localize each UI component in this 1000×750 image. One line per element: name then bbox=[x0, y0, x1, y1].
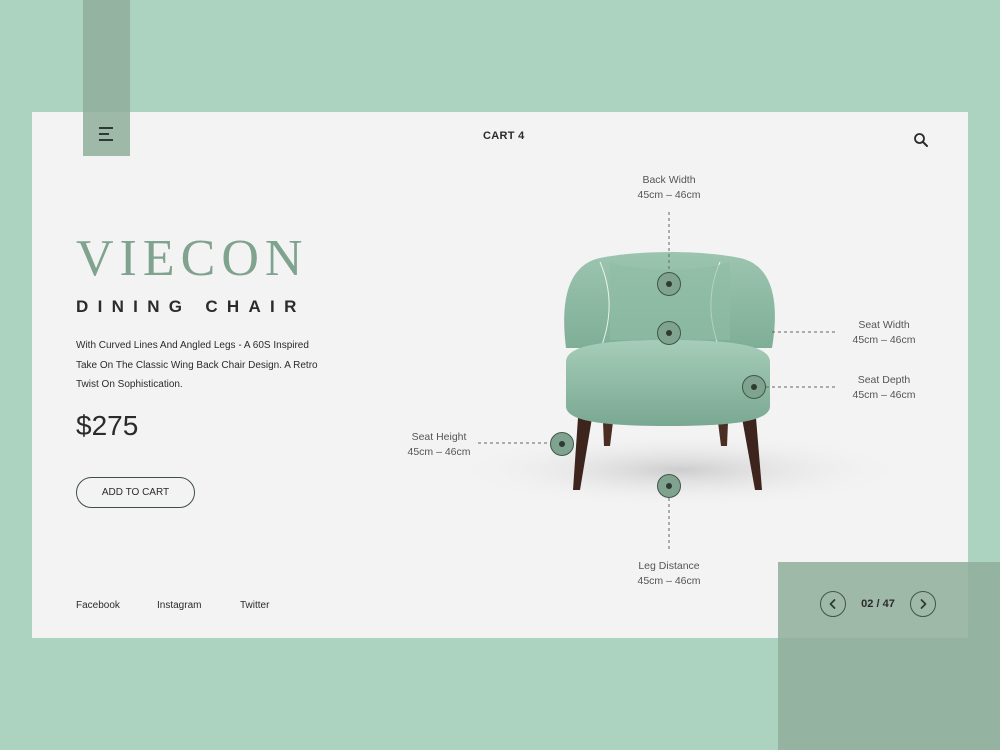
search-icon[interactable] bbox=[913, 132, 929, 148]
menu-button[interactable] bbox=[83, 112, 130, 156]
back-width-hotspot[interactable] bbox=[657, 272, 681, 296]
seat-height-value: 45cm – 46cm bbox=[407, 446, 471, 458]
chevron-right-icon bbox=[920, 599, 927, 609]
leg-distance-hotspot[interactable] bbox=[657, 474, 681, 498]
seat-height-label: Seat Height bbox=[411, 431, 467, 443]
seat-depth-value: 45cm – 46cm bbox=[852, 389, 916, 401]
seat-depth-label: Seat Depth bbox=[857, 374, 911, 386]
product-brand: VIECON bbox=[76, 230, 309, 287]
seat-width-hotspot[interactable] bbox=[657, 321, 681, 345]
back-width-label: Back Width bbox=[642, 174, 696, 186]
twitter-link[interactable]: Twitter bbox=[240, 600, 269, 611]
seat-depth-hotspot[interactable] bbox=[742, 375, 766, 399]
seat-width-label: Seat Width bbox=[858, 319, 910, 331]
facebook-link[interactable]: Facebook bbox=[76, 600, 120, 611]
seat-width-value: 45cm – 46cm bbox=[852, 334, 916, 346]
leg-distance-callout: Leg Distance 45cm – 46cm bbox=[609, 559, 729, 589]
leg-distance-value: 45cm – 46cm bbox=[637, 575, 701, 587]
product-description: With Curved Lines And Angled Legs - A 60… bbox=[76, 340, 318, 390]
chevron-left-icon bbox=[829, 599, 836, 609]
cart-link[interactable]: CART 4 bbox=[483, 130, 525, 142]
pager: 02 / 47 bbox=[820, 591, 936, 617]
next-button[interactable] bbox=[909, 591, 936, 617]
seat-height-hotspot[interactable] bbox=[550, 432, 574, 456]
seat-width-callout: Seat Width 45cm – 46cm bbox=[834, 318, 934, 348]
instagram-link[interactable]: Instagram bbox=[157, 600, 201, 611]
seat-depth-callout: Seat Depth 45cm – 46cm bbox=[834, 373, 934, 403]
previous-button[interactable] bbox=[820, 591, 846, 617]
add-to-cart-button[interactable]: ADD TO CART bbox=[76, 477, 195, 508]
product-price: $275 bbox=[76, 410, 139, 441]
leg-distance-label: Leg Distance bbox=[638, 560, 700, 572]
hamburger-menu-icon bbox=[98, 127, 115, 141]
page-counter: 02 / 47 bbox=[861, 598, 895, 610]
product-subtitle: DINING CHAIR bbox=[76, 297, 306, 316]
back-width-value: 45cm – 46cm bbox=[637, 189, 701, 201]
back-width-callout: Back Width 45cm – 46cm bbox=[609, 173, 729, 203]
seat-height-callout: Seat Height 45cm – 46cm bbox=[389, 430, 489, 460]
